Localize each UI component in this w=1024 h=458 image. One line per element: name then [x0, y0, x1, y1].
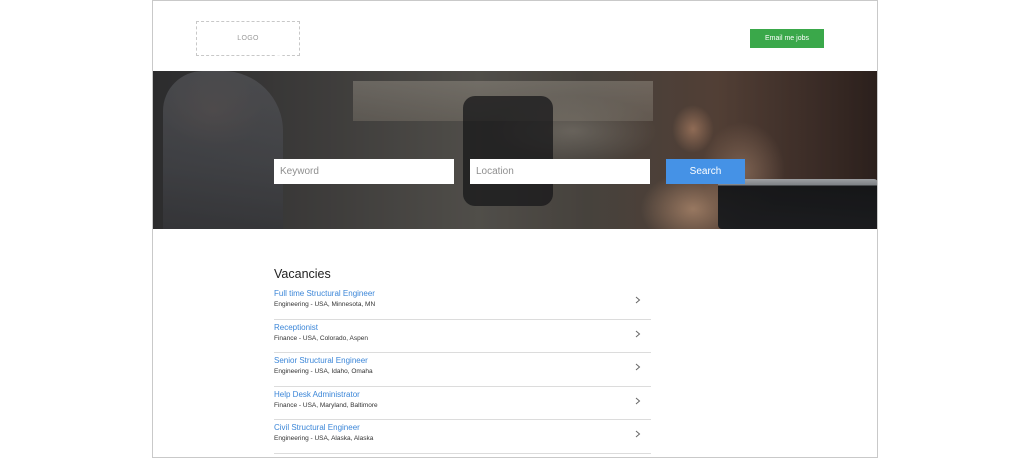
hero-overlay [153, 71, 877, 229]
hero-title: Search our jobs [273, 51, 393, 70]
logo-text: LOGO [237, 35, 259, 42]
vacancy-title-link[interactable]: Receptionist [274, 323, 318, 332]
chevron-right-icon[interactable] [633, 295, 643, 305]
vacancy-meta: Engineering - USA, Idaho, Omaha [274, 368, 373, 375]
vacancy-item[interactable]: Full time Structural Engineer Engineerin… [274, 286, 651, 320]
vacancy-item[interactable]: Civil Structural Engineer Engineering - … [274, 420, 651, 454]
vacancy-title-link[interactable]: Help Desk Administrator [274, 390, 360, 399]
vacancy-meta: Engineering - USA, Minnesota, MN [274, 301, 376, 308]
vacancy-meta: Finance - USA, Maryland, Baltimore [274, 401, 378, 409]
vacancy-title-link[interactable]: Senior Structural Engineer [274, 356, 368, 365]
hero-banner [153, 71, 877, 229]
keyword-input[interactable] [274, 159, 454, 184]
vacancy-title-link[interactable]: Civil Structural Engineer [274, 423, 360, 432]
vacancies-list: Full time Structural Engineer Engineerin… [274, 286, 651, 454]
chevron-right-icon[interactable] [633, 362, 643, 372]
chevron-right-icon[interactable] [633, 396, 643, 406]
vacancy-item[interactable]: Receptionist Finance - USA, Colorado, As… [274, 320, 651, 353]
chevron-right-icon[interactable] [633, 329, 643, 339]
location-input[interactable] [470, 159, 650, 184]
vacancy-title-link[interactable]: Full time Structural Engineer [274, 289, 375, 298]
page-frame: LOGO Email me jobs Search our jobs Searc… [152, 0, 878, 458]
vacancy-meta: Engineering - USA, Alaska, Alaska [274, 435, 374, 442]
search-button[interactable]: Search [666, 159, 745, 184]
vacancy-meta: Finance - USA, Colorado, Aspen [274, 334, 368, 342]
chevron-right-icon[interactable] [633, 429, 643, 439]
vacancy-item[interactable]: Help Desk Administrator Finance - USA, M… [274, 387, 651, 420]
vacancies-heading: Vacancies [274, 267, 331, 281]
vacancy-item[interactable]: Senior Structural Engineer Engineering -… [274, 353, 651, 387]
email-me-jobs-button[interactable]: Email me jobs [750, 29, 824, 48]
